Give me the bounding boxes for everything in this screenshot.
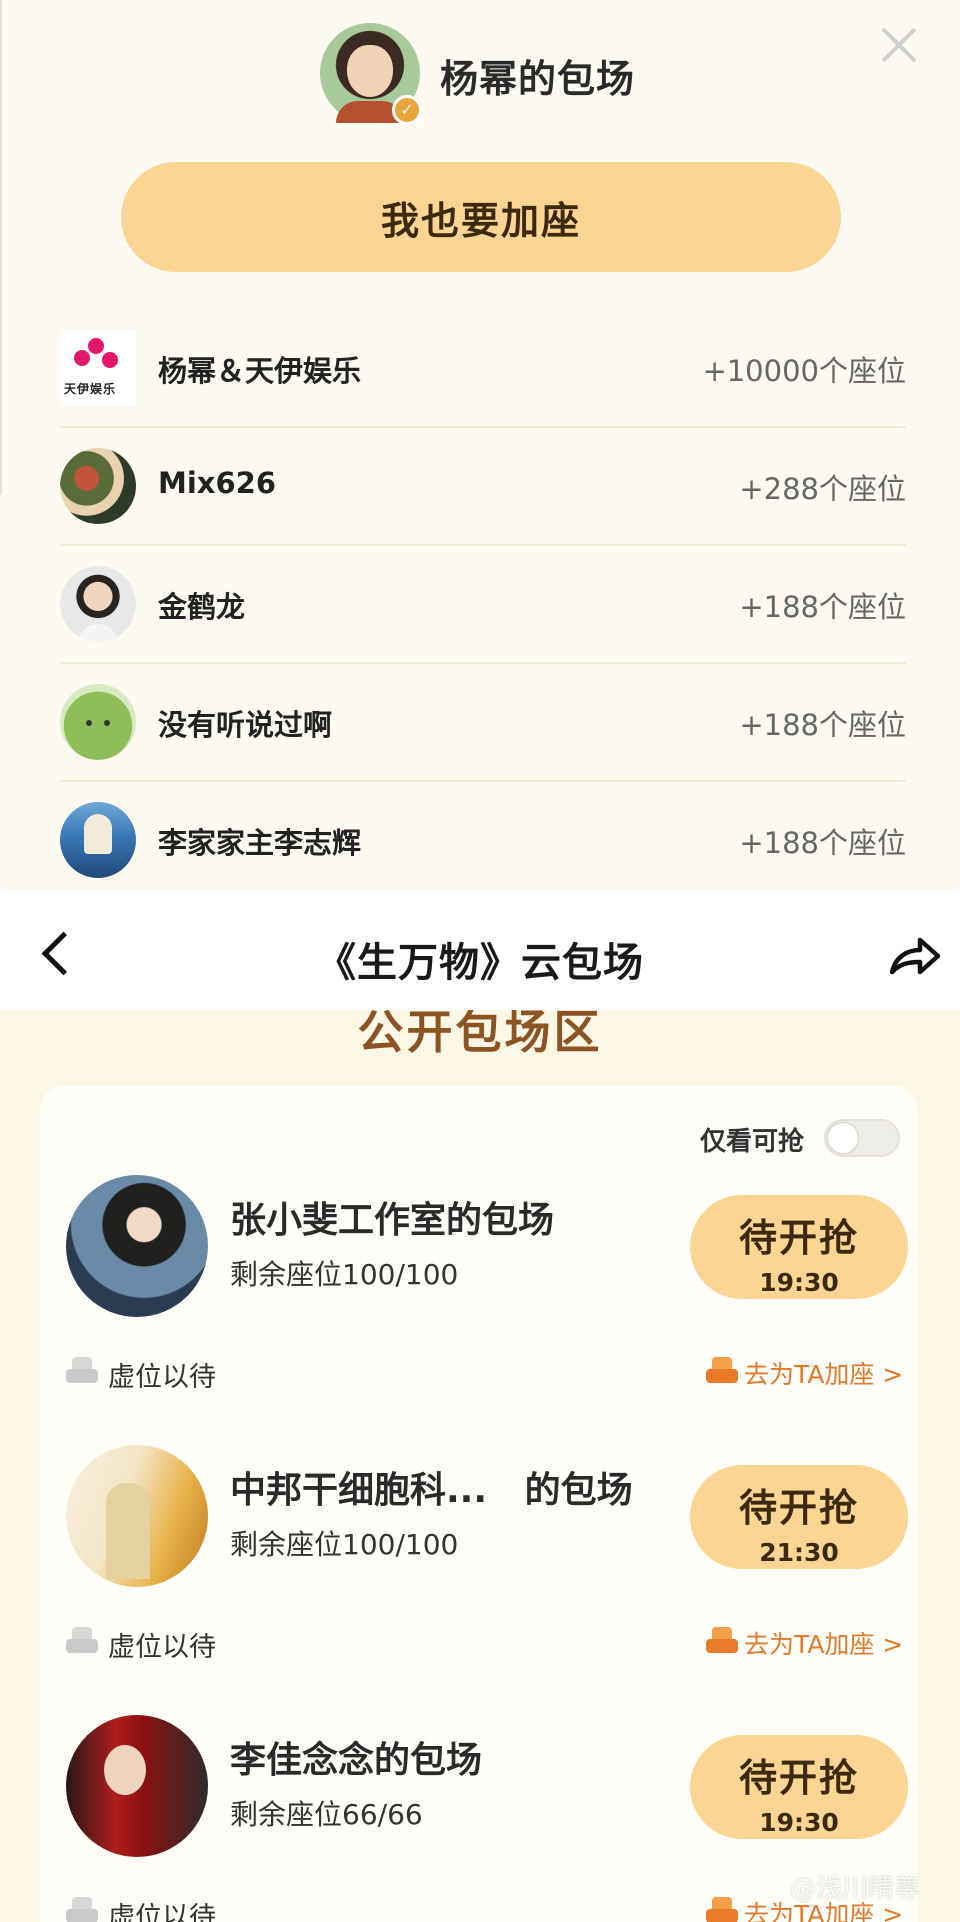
add-seat-text: 去为TA加座 > xyxy=(744,1360,904,1389)
seat-icon xyxy=(706,1357,738,1385)
contributor-name: 杨幂＆天伊娱乐 xyxy=(158,354,362,388)
grab-label: 待开抢 xyxy=(738,1756,859,1800)
filter-toggle-label: 仅看可抢 xyxy=(700,1127,805,1157)
contributor-row: Mix626 +288个座位 xyxy=(60,428,906,546)
grab-time: 19:30 xyxy=(759,1808,839,1837)
list-item: 李佳念念的包场 剩余座位66/66 待开抢 19:30 虚位以待 去为TA加座 … xyxy=(40,1715,918,1922)
contributor-seats: +10000个座位 xyxy=(702,354,906,388)
contributor-name: 没有听说过啊 xyxy=(158,708,333,742)
join-seat-button[interactable]: 我也要加座 xyxy=(121,162,841,272)
add-seat-link[interactable]: 去为TA加座 > xyxy=(706,1355,906,1391)
host-avatar[interactable] xyxy=(66,1715,208,1857)
item-seats: 剩余座位66/66 xyxy=(230,1798,423,1831)
seat-icon xyxy=(706,1897,738,1922)
tianyi-logo: 天伊娱乐 xyxy=(60,330,136,406)
available-only-toggle[interactable] xyxy=(824,1119,900,1157)
public-section: 公开包场区 仅看可抢 张小斐工作室的包场 剩余座位100/100 待开抢 19:… xyxy=(0,1010,960,1922)
lizhihui-avatar[interactable] xyxy=(60,802,136,878)
seat-icon xyxy=(66,1357,98,1385)
contributor-row: 没有听说过啊 +188个座位 xyxy=(60,664,906,782)
vacant-text: 虚位以待 xyxy=(108,1632,216,1663)
add-seat-link[interactable]: 去为TA加座 > xyxy=(706,1625,906,1661)
vacant-text: 虚位以待 xyxy=(108,1362,216,1393)
add-seat-text: 去为TA加座 > xyxy=(744,1630,904,1659)
toggle-knob xyxy=(827,1122,859,1154)
seat-icon xyxy=(66,1897,98,1922)
grab-time: 21:30 xyxy=(759,1538,839,1567)
section-title: 公开包场区 xyxy=(357,1010,603,1059)
contributor-row: 李家家主李志辉 +188个座位 xyxy=(60,782,906,900)
sheet-header: ✓ 杨幂的包场 xyxy=(0,20,960,130)
grab-button[interactable]: 待开抢 21:30 xyxy=(690,1465,908,1569)
item-title: 张小斐工作室的包场 xyxy=(230,1200,555,1241)
grab-button[interactable]: 待开抢 19:30 xyxy=(690,1195,908,1299)
contributor-list: 天伊娱乐 杨幂＆天伊娱乐 +10000个座位 Mix626 +288个座位 金鹤… xyxy=(60,310,906,900)
host-title: 杨幂的包场 xyxy=(440,57,636,101)
mix626-avatar[interactable] xyxy=(60,448,136,524)
grab-time: 19:30 xyxy=(759,1268,839,1297)
contributor-name: 李家家主李志辉 xyxy=(158,826,362,860)
item-seats: 剩余座位100/100 xyxy=(230,1528,459,1561)
seat-icon xyxy=(66,1627,98,1655)
contributor-name: 金鹤龙 xyxy=(158,590,246,624)
seat-icon xyxy=(706,1627,738,1655)
share-arrow-icon[interactable] xyxy=(886,928,944,986)
grab-button[interactable]: 待开抢 19:30 xyxy=(690,1735,908,1839)
host-avatar[interactable] xyxy=(66,1175,208,1317)
vacant-text: 虚位以待 xyxy=(108,1902,216,1922)
item-seats: 剩余座位100/100 xyxy=(230,1258,459,1291)
melon-avatar[interactable] xyxy=(60,684,136,760)
grab-label: 待开抢 xyxy=(738,1216,859,1260)
page-title: 《生万物》云包场 xyxy=(316,940,644,986)
watermark: @浅川晴尊 xyxy=(790,1874,921,1904)
contributor-seats: +288个座位 xyxy=(739,472,906,506)
list-item: 张小斐工作室的包场 剩余座位100/100 待开抢 19:30 虚位以待 去为T… xyxy=(40,1175,918,1445)
contributor-seats: +188个座位 xyxy=(739,590,906,624)
nav-bar: 《生万物》云包场 xyxy=(0,890,960,1020)
booking-card: 仅看可抢 张小斐工作室的包场 剩余座位100/100 待开抢 19:30 虚位以… xyxy=(40,1085,918,1922)
item-title: 李佳念念的包场 xyxy=(230,1740,483,1781)
check-badge-icon: ✓ xyxy=(392,95,422,125)
close-icon[interactable] xyxy=(876,22,922,68)
logo-text: 天伊娱乐 xyxy=(64,382,117,396)
grab-label: 待开抢 xyxy=(738,1486,859,1530)
jinhelong-avatar[interactable] xyxy=(60,566,136,642)
contributor-name: Mix626 xyxy=(158,466,277,500)
list-item: 中邦干细胞科... 的包场 剩余座位100/100 待开抢 21:30 虚位以待… xyxy=(40,1445,918,1715)
host-avatar[interactable] xyxy=(66,1445,208,1587)
host-sheet: ✓ 杨幂的包场 我也要加座 天伊娱乐 杨幂＆天伊娱乐 +10000个座位 Mix… xyxy=(0,0,960,890)
item-title: 中邦干细胞科... 的包场 xyxy=(230,1470,633,1511)
contributor-row: 天伊娱乐 杨幂＆天伊娱乐 +10000个座位 xyxy=(60,310,906,428)
contributor-row: 金鹤龙 +188个座位 xyxy=(60,546,906,664)
contributor-seats: +188个座位 xyxy=(739,826,906,860)
contributor-seats: +188个座位 xyxy=(739,708,906,742)
